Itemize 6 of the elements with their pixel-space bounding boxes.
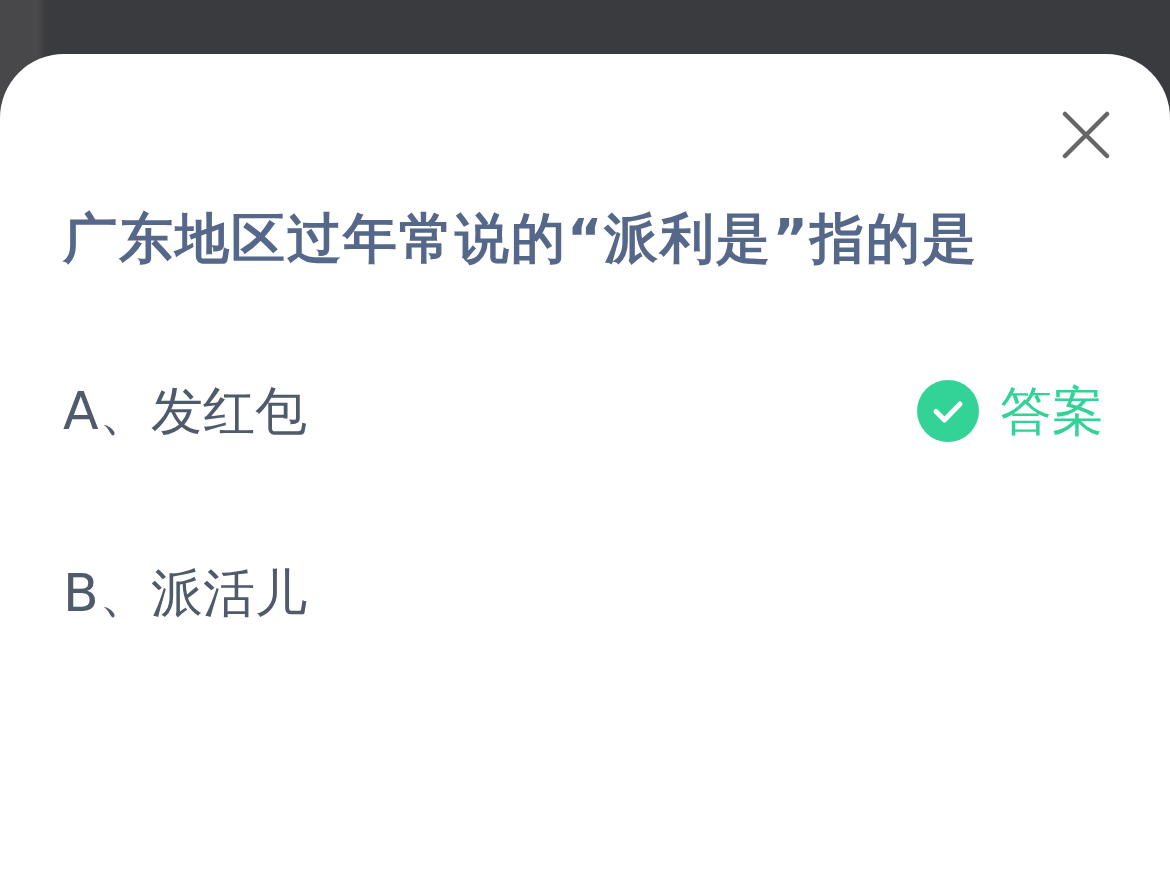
question-text: 广东地区过年常说的“派利是”指的是 — [63, 208, 978, 270]
answer-label: 答案 — [1000, 380, 1104, 442]
option-text[interactable]: A、发红包 — [63, 380, 307, 442]
close-button[interactable] — [1062, 111, 1110, 159]
close-icon — [1062, 111, 1110, 159]
option-text[interactable]: B、派活儿 — [63, 562, 307, 624]
